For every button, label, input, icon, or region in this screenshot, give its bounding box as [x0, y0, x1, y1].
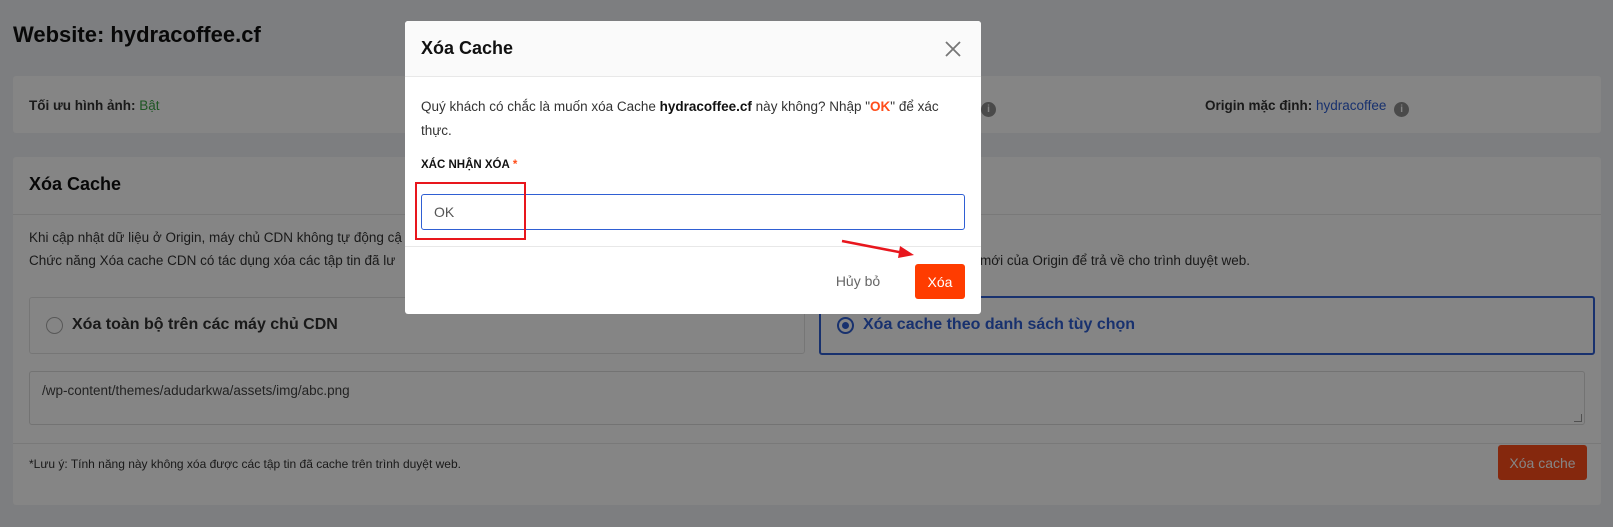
- message-middle: này không? Nhập ": [751, 99, 871, 114]
- highlight-box-annotation: [415, 182, 526, 240]
- confirm-field-label: XÁC NHẬN XÓA *: [421, 159, 517, 171]
- delete-button[interactable]: Xóa: [915, 264, 965, 299]
- purge-confirm-modal: Xóa Cache Quý khách có chắc là muốn xóa …: [405, 21, 981, 314]
- red-arrow-annotation: [841, 239, 914, 258]
- modal-message: Quý khách có chắc là muốn xóa Cache hydr…: [421, 95, 961, 143]
- cancel-button[interactable]: Hủy bỏ: [829, 264, 887, 298]
- message-domain: hydracoffee.cf: [659, 99, 752, 114]
- required-mark: *: [512, 159, 518, 171]
- modal-header: Xóa Cache: [405, 21, 981, 77]
- confirm-field-label-text: XÁC NHẬN XÓA: [421, 159, 510, 171]
- modal-title: Xóa Cache: [421, 38, 514, 58]
- message-prefix: Quý khách có chắc là muốn xóa Cache: [421, 99, 660, 114]
- message-keyword: OK: [870, 99, 891, 114]
- close-icon[interactable]: [943, 39, 963, 59]
